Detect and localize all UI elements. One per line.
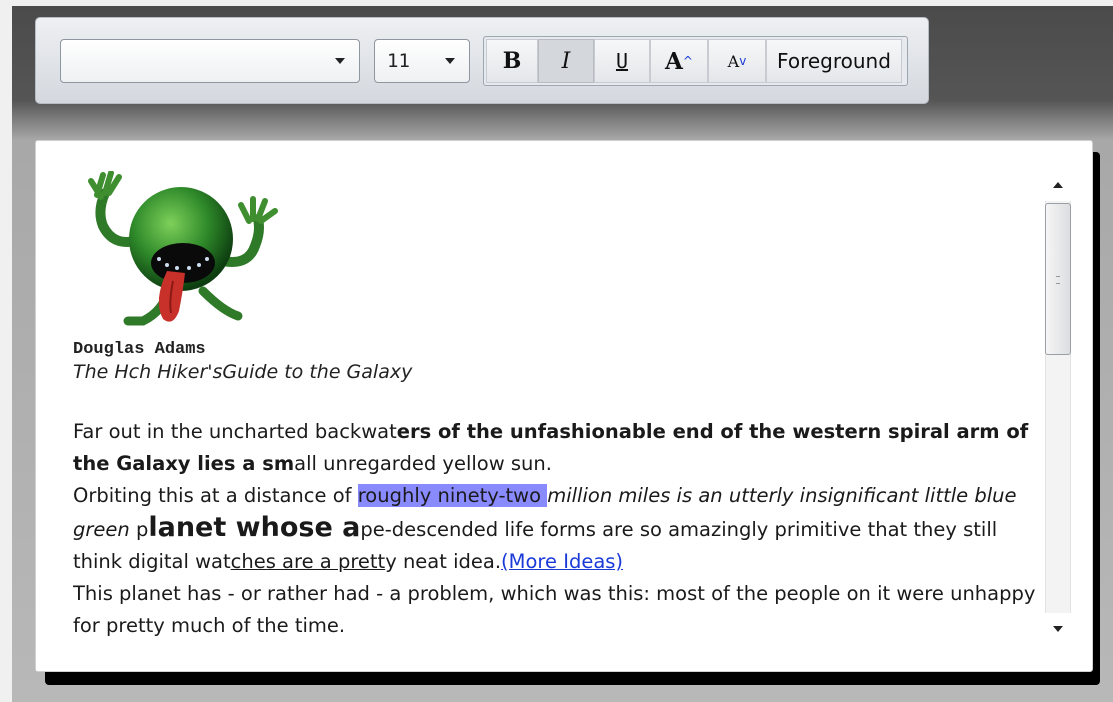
green-alien-mascot-image [88, 171, 278, 326]
foreground-button-label: Foreground [777, 49, 891, 73]
foreground-button[interactable]: Foreground [766, 39, 902, 83]
text-run: all unregarded yellow sun. [294, 452, 552, 475]
font-size-value: 11 [387, 50, 410, 72]
scroll-up-button[interactable] [1043, 171, 1073, 199]
underline-button[interactable]: U [594, 39, 650, 83]
shrink-font-label: A [727, 51, 740, 71]
text-run: This planet has - or rather had - a prob… [73, 582, 1036, 637]
caret-up-icon: ^ [682, 54, 693, 68]
document-content[interactable]: Douglas Adams The Hch Hiker'sGuide to th… [73, 171, 1038, 643]
scroll-thumb[interactable] [1045, 203, 1071, 355]
arrow-down-icon [1053, 626, 1063, 632]
font-size-combobox[interactable]: 11 [374, 39, 470, 83]
more-ideas-link[interactable]: (More Ideas) [501, 550, 623, 573]
scroll-down-button[interactable] [1043, 615, 1073, 643]
arrow-up-icon [1053, 182, 1063, 188]
book-title: The Hch Hiker'sGuide to the Galaxy [73, 361, 413, 383]
text-run: p [135, 518, 149, 541]
highlighted-text-run: roughly ninety-two [357, 484, 548, 507]
vertical-scrollbar[interactable] [1043, 171, 1073, 643]
window-edge-left [0, 0, 12, 702]
italic-button-label: I [561, 48, 571, 74]
large-bold-text-run: lanet whose a [148, 512, 361, 543]
window-edge-top [0, 0, 1113, 6]
text-run: Far out in the uncharted backwat [73, 420, 397, 443]
author-name: Douglas Adams [73, 340, 206, 359]
format-button-group: B I U A ^ Av Foreground [483, 36, 908, 86]
underline-button-label: U [615, 49, 629, 73]
chevron-down-icon[interactable] [445, 58, 455, 64]
underlined-text-run: ches are a prett [230, 550, 386, 573]
bold-button[interactable]: B [486, 39, 538, 83]
text-run: Orbiting this at a distance of [73, 484, 358, 507]
grow-font-label: A [665, 47, 683, 75]
italic-button[interactable]: I [538, 39, 594, 83]
formatting-toolbar: 11 B I U A ^ Av Foreground [35, 17, 929, 104]
grow-font-button[interactable]: A ^ [650, 39, 708, 83]
chevron-down-icon[interactable] [335, 58, 345, 64]
shrink-font-button[interactable]: Av [708, 39, 766, 83]
font-family-combobox[interactable] [60, 39, 360, 83]
rich-text-document[interactable]: Douglas Adams The Hch Hiker'sGuide to th… [35, 140, 1093, 672]
body-text[interactable]: Far out in the uncharted backwaters of t… [73, 416, 1038, 642]
caret-down-icon: v [739, 54, 747, 68]
bold-button-label: B [502, 48, 522, 74]
text-run: y neat idea. [385, 550, 502, 573]
